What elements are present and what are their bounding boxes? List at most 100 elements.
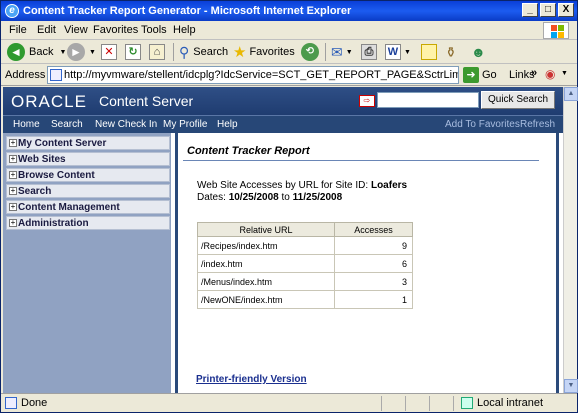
- status-bar: Done Local intranet: [1, 393, 577, 412]
- search-label: Search: [193, 46, 229, 58]
- go-button[interactable]: ➜ Go: [463, 67, 497, 83]
- extension-dropdown-icon[interactable]: ▼: [561, 70, 568, 77]
- scroll-up-icon[interactable]: ▲: [564, 87, 578, 101]
- menu-tools[interactable]: Tools: [141, 24, 167, 36]
- home-icon: ⌂: [149, 44, 165, 60]
- forward-arrow-icon: ►: [67, 43, 85, 61]
- messenger-icon: ☻: [471, 44, 486, 60]
- status-text: Done: [21, 397, 48, 409]
- top-nav: Home Search New Check In My Profile Help…: [3, 115, 563, 133]
- nav-my-profile[interactable]: My Profile: [163, 119, 207, 130]
- toolbar: ◄ Back ▼ ► ▼ ✕ ↻ ⌂ ⚲ Search ★ Favorites …: [1, 40, 577, 64]
- report-title: Content Tracker Report: [187, 145, 310, 157]
- nav-help[interactable]: Help: [217, 119, 238, 130]
- back-button[interactable]: ◄ Back ▼: [7, 43, 66, 61]
- scroll-down-icon[interactable]: ▼: [564, 379, 578, 393]
- tray-label: Web Sites: [18, 154, 66, 165]
- dates-prefix: Dates:: [197, 192, 229, 203]
- dates-separator: to: [278, 192, 293, 203]
- menu-view[interactable]: View: [64, 24, 88, 36]
- quick-search-button[interactable]: Quick Search: [481, 91, 555, 109]
- star-icon: ★: [233, 44, 247, 61]
- messenger-button[interactable]: ☻: [471, 43, 486, 61]
- mail-button[interactable]: ✉ ▼: [331, 43, 353, 61]
- expand-icon: +: [9, 202, 17, 211]
- description-prefix: Web Site Accesses by URL for Site ID:: [197, 180, 371, 191]
- go-label: Go: [482, 69, 497, 81]
- address-bar: Address http://myvmware/stellent/idcplg?…: [1, 64, 577, 86]
- maximize-button[interactable]: □: [540, 3, 556, 17]
- vertical-scrollbar[interactable]: ▲ ▼: [563, 87, 578, 393]
- nav-add-to-favorites[interactable]: Add To Favorites: [445, 119, 520, 130]
- forward-button[interactable]: ► ▼: [67, 43, 96, 61]
- tray-label: Browse Content: [18, 170, 95, 181]
- favorites-button[interactable]: ★ Favorites: [233, 43, 295, 61]
- date-from: 10/25/2008: [228, 192, 279, 203]
- search-options-icon[interactable]: ⇨: [359, 95, 375, 107]
- search-icon: ⚲: [179, 43, 190, 60]
- tray-item-browse-content[interactable]: + Browse Content: [6, 168, 170, 182]
- browser-window: e Content Tracker Report Generator - Mic…: [0, 0, 578, 413]
- tray-item-content-management[interactable]: + Content Management: [6, 200, 170, 214]
- print-button[interactable]: ⎙: [361, 43, 377, 61]
- home-button[interactable]: ⌂: [149, 43, 165, 61]
- status-pane-divider: [429, 396, 430, 411]
- security-zone: Local intranet: [477, 397, 544, 409]
- address-input[interactable]: http://myvmware/stellent/idcplg?IdcServi…: [47, 66, 459, 84]
- minimize-button[interactable]: _: [522, 3, 538, 17]
- go-arrow-icon: ➜: [463, 67, 479, 83]
- oracle-logo: ORACLE: [11, 92, 87, 111]
- close-button[interactable]: X: [558, 3, 574, 17]
- site-id: Loafers: [370, 180, 408, 191]
- back-dropdown-icon: ▼: [59, 48, 67, 56]
- tray-item-my-content-server[interactable]: + My Content Server: [6, 136, 170, 150]
- date-to: 11/25/2008: [292, 192, 343, 203]
- report-table: Relative URL Accesses /Recipes/index.htm…: [197, 222, 413, 309]
- cell-accesses: 6: [334, 254, 413, 273]
- report-description: Web Site Accesses by URL for Site ID: Lo…: [197, 180, 407, 191]
- menu-favorites[interactable]: Favorites: [93, 24, 138, 36]
- edit-dropdown-icon: ▼: [404, 48, 411, 56]
- cell-accesses: 9: [334, 236, 413, 255]
- quick-search-input[interactable]: [377, 92, 479, 108]
- nav-search[interactable]: Search: [51, 119, 83, 130]
- tray-label: Administration: [18, 218, 89, 229]
- status-pane-divider: [453, 396, 454, 411]
- search-button[interactable]: ⚲ Search: [179, 43, 228, 61]
- nav-new-check-in[interactable]: New Check In: [95, 119, 157, 130]
- favorites-label: Favorites: [249, 46, 295, 58]
- tray-item-web-sites[interactable]: + Web Sites: [6, 152, 170, 166]
- menu-file[interactable]: File: [9, 24, 27, 36]
- stop-button[interactable]: ✕: [101, 43, 117, 61]
- nav-refresh[interactable]: Refresh: [520, 119, 555, 130]
- discuss-button[interactable]: [421, 43, 437, 61]
- page-status-icon: [5, 397, 17, 409]
- menu-help[interactable]: Help: [173, 24, 196, 36]
- research-button[interactable]: ⚱: [445, 43, 457, 61]
- refresh-button[interactable]: ↻: [125, 43, 141, 61]
- tray-item-administration[interactable]: + Administration: [6, 216, 170, 230]
- status-pane-divider: [381, 396, 382, 411]
- tray-item-search[interactable]: + Search: [6, 184, 170, 198]
- window-title: Content Tracker Report Generator - Micro…: [23, 5, 352, 17]
- stop-icon: ✕: [101, 44, 117, 60]
- cell-accesses: 1: [334, 290, 413, 309]
- menu-edit[interactable]: Edit: [37, 24, 56, 36]
- title-divider: [183, 160, 539, 161]
- expand-icon: +: [9, 154, 17, 163]
- cell-url: /index.htm: [197, 254, 335, 273]
- links-chevron-icon[interactable]: »: [531, 67, 537, 79]
- title-bar: e Content Tracker Report Generator - Mic…: [1, 1, 577, 21]
- tray-label: Search: [18, 186, 52, 197]
- ie-logo-icon: e: [5, 4, 19, 18]
- nav-home[interactable]: Home: [13, 119, 40, 130]
- cell-url: /NewONE/index.htm: [197, 290, 335, 309]
- edit-button[interactable]: W ▼: [385, 43, 411, 61]
- windows-logo-icon: [543, 22, 569, 39]
- printer-friendly-link[interactable]: Printer-friendly Version: [196, 374, 307, 385]
- address-url: http://myvmware/stellent/idcplg?IdcServi…: [64, 69, 458, 81]
- intranet-zone-icon: [461, 397, 473, 409]
- history-button[interactable]: ⟲: [301, 43, 319, 61]
- history-icon: ⟲: [301, 43, 319, 61]
- toolbar-extension-icon[interactable]: ◉: [545, 67, 555, 81]
